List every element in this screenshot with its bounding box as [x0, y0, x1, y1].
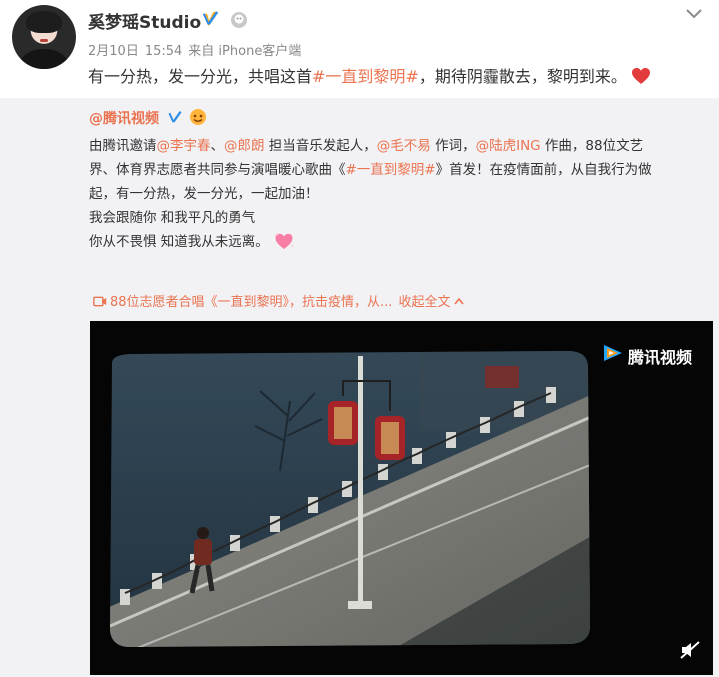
- post-text: 有一分热，发一分光，共唱这首#一直到黎明#，期待阴霾散去，黎明到来。: [88, 66, 651, 88]
- video-link[interactable]: 88位志愿者合唱《一直到黎明》，抗击疫情，从... 收起全文: [93, 291, 465, 310]
- video-brand: 腾讯视频: [628, 348, 693, 367]
- member-icon[interactable]: [230, 11, 248, 29]
- collapse-button[interactable]: 收起全文: [398, 295, 465, 310]
- avatar-hair: [26, 11, 62, 33]
- mention-mao-buyi[interactable]: @毛不易: [377, 138, 431, 154]
- repost-text-segment: 由腾讯邀请: [89, 138, 157, 154]
- repost-author[interactable]: @腾讯视频: [89, 108, 159, 128]
- verified-icon: [168, 110, 182, 123]
- repost-text-segment: 》首发！在疫情面前，从自我行为做: [435, 162, 652, 178]
- post-text-before: 有一分热，发一分光，共唱这首: [88, 67, 313, 86]
- heart-icon: [631, 68, 650, 84]
- repost-text-segment: 、: [210, 138, 225, 154]
- video-title[interactable]: 88位志愿者合唱《一直到黎明》，抗击疫情，从...: [110, 295, 392, 310]
- repost-line-1: 由腾讯邀请@李宇春、@郎朗 担当音乐发起人，@毛不易 作词，@陆虎ING 作曲，…: [89, 134, 709, 158]
- repost-text-segment: 界、体育界志愿者共同参与演唱暖心歌曲《: [89, 162, 346, 178]
- post-hashtag[interactable]: #一直到黎明#: [312, 67, 419, 86]
- repost-line-2: 界、体育界志愿者共同参与演唱暖心歌曲《#一直到黎明#》首发！在疫情面前，从自我行…: [89, 158, 709, 182]
- verified-icon: [202, 11, 219, 27]
- repost-hashtag[interactable]: #一直到黎明#: [346, 162, 436, 178]
- mention-lu-hu[interactable]: @陆虎ING: [476, 138, 541, 154]
- sparkle-heart-icon: [275, 232, 293, 249]
- repost-card: @腾讯视频 由腾讯邀请@李宇春、@郎朗 担当音乐发起人，@毛不易 作词，@陆虎I…: [0, 98, 719, 677]
- trophy-icon: [190, 109, 206, 125]
- video-player[interactable]: 腾讯视频: [90, 321, 713, 675]
- post-source: 来自 iPhone客户端: [188, 44, 302, 59]
- mention-li-yuchun[interactable]: @李宇春: [157, 138, 211, 154]
- post-time[interactable]: 15:54: [145, 44, 182, 59]
- post-text-after: ，期待阴霾散去，黎明到来。: [418, 67, 627, 86]
- avatar-lip: [40, 39, 48, 42]
- avatar-body: [20, 49, 68, 69]
- repost-text-segment: 作曲，88位文艺: [540, 138, 644, 154]
- repost-line-4: 我会跟随你 和我平凡的勇气: [89, 210, 256, 226]
- post-date[interactable]: 2月10日: [88, 44, 139, 59]
- video-camera-icon: [93, 296, 107, 307]
- repost-text-segment: 作词，: [430, 138, 476, 154]
- post-meta: 2月10日 15:54 来自 iPhone客户端: [88, 40, 307, 59]
- repost-line-5: 你从不畏惧 知道我从未远离。: [89, 230, 709, 254]
- repost-text-segment: 担当音乐发起人，: [264, 138, 377, 154]
- repost-text: 由腾讯邀请@李宇春、@郎朗 担当音乐发起人，@毛不易 作词，@陆虎ING 作曲，…: [89, 134, 709, 254]
- repost-line-3: 起，有一分热，发一分光，一起加油！: [89, 186, 319, 202]
- tencent-video-logo-icon: [604, 345, 622, 361]
- username[interactable]: 奚梦瑶Studio: [88, 8, 201, 33]
- mention-lang-lang[interactable]: @郎朗: [224, 138, 265, 154]
- mute-icon[interactable]: [679, 640, 701, 660]
- chevron-down-icon[interactable]: [684, 6, 704, 20]
- repost-text-segment: 你从不畏惧 知道我从未远离。: [89, 234, 269, 250]
- collapse-label: 收起全文: [398, 295, 451, 310]
- avatar[interactable]: [12, 5, 76, 69]
- chevron-up-icon: [454, 297, 465, 305]
- video-frame: [90, 321, 713, 675]
